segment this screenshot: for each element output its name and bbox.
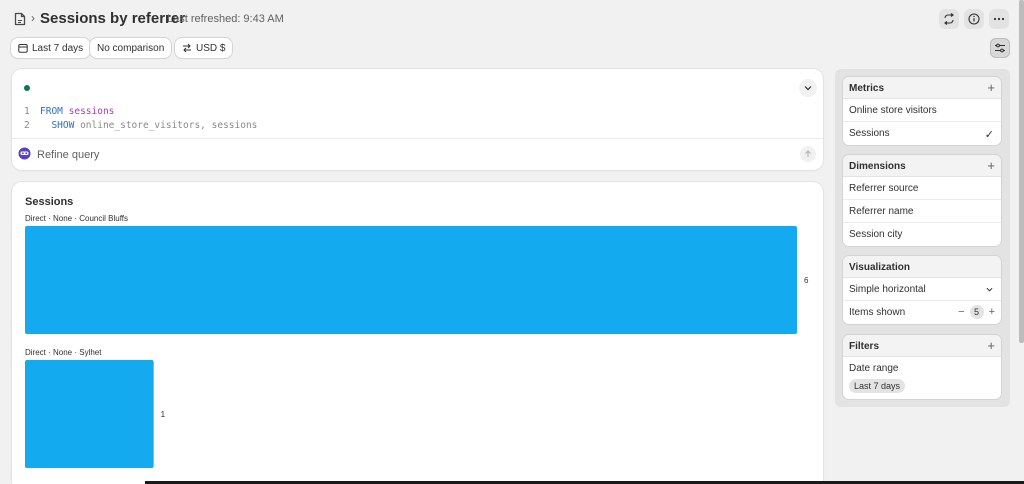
metrics-section: Metrics + Online store visitors Sessions…	[843, 77, 1001, 145]
comparison-label: No comparison	[97, 42, 165, 54]
code-columns: online_store_visitors, sessions	[80, 120, 258, 131]
items-shown-value: 5	[969, 305, 984, 319]
dimension-item-referrer-source[interactable]: Referrer source	[843, 177, 1001, 200]
add-metric-button[interactable]: +	[987, 81, 995, 94]
code-table: sessions	[68, 106, 115, 117]
more-icon	[993, 17, 1005, 21]
exchange-icon	[183, 43, 191, 53]
date-range-filter[interactable]: Date range Last 7 days	[843, 357, 1001, 397]
collapse-editor-button[interactable]	[799, 79, 817, 97]
bar-value-label: 1	[161, 410, 166, 419]
dimensions-section: Dimensions + Referrer source Referrer na…	[843, 155, 1001, 246]
divider	[12, 138, 823, 139]
page-title: Sessions by referrer	[40, 10, 186, 27]
dimension-label: Referrer source	[849, 183, 919, 194]
currency-label: USD $	[196, 42, 226, 54]
chevron-down-icon	[804, 86, 812, 91]
document-icon	[14, 12, 26, 26]
visualization-type-value: Simple horizontal	[849, 284, 926, 295]
visualization-header: Visualization	[843, 256, 1001, 278]
sidekick-icon	[18, 147, 31, 160]
metric-item-online-store-visitors[interactable]: Online store visitors	[843, 99, 1001, 122]
visualization-title: Visualization	[849, 262, 910, 273]
bar-category-label: Direct · None · Sylhet	[25, 348, 102, 357]
line-number: 2	[24, 120, 30, 131]
send-query-button[interactable]	[800, 146, 816, 162]
items-shown-label: Items shown	[849, 307, 906, 318]
side-panel: Metrics + Online store visitors Sessions…	[835, 69, 1010, 407]
arrow-up-icon	[805, 150, 811, 157]
chevron-down-icon	[986, 287, 993, 292]
bar-value-label: 6	[804, 276, 809, 285]
calendar-icon	[18, 44, 28, 53]
filters-section: Filters + Date range Last 7 days	[843, 335, 1001, 399]
query-editor-card: 1 FROM sessions 2 SHOW online_store_visit…	[12, 69, 823, 170]
date-range-filter-label: Date range	[849, 363, 899, 374]
page-header: › Sessions by referrer Last refreshed: 9…	[0, 0, 1024, 36]
dimension-label: Referrer name	[849, 206, 914, 217]
visualization-type-select[interactable]: Simple horizontal	[843, 278, 1001, 301]
metric-item-sessions[interactable]: Sessions ✓	[843, 122, 1001, 145]
add-filter-button[interactable]: +	[987, 339, 995, 352]
code-line-1: 1 FROM sessions	[24, 105, 257, 119]
refresh-button[interactable]	[939, 9, 959, 29]
items-shown-stepper: − 5 +	[958, 305, 995, 319]
date-range-chip[interactable]: Last 7 days	[849, 379, 906, 393]
add-dimension-button[interactable]: +	[987, 159, 995, 172]
dimensions-header: Dimensions +	[843, 155, 1001, 177]
dimensions-title: Dimensions	[849, 161, 906, 172]
metrics-title: Metrics	[849, 83, 885, 94]
checkmark-icon: ✓	[984, 129, 994, 141]
date-range-label: Last 7 days	[32, 42, 84, 54]
metric-label: Online store visitors	[849, 105, 937, 116]
comparison-button[interactable]: No comparison	[90, 38, 172, 58]
chart-card: Sessions Direct · None · Council Bluffs 6…	[12, 182, 823, 484]
repeat-icon	[944, 13, 954, 25]
currency-button[interactable]: USD $	[175, 38, 233, 58]
dimension-item-referrer-name[interactable]: Referrer name	[843, 200, 1001, 223]
info-icon	[968, 13, 980, 25]
metrics-header: Metrics +	[843, 77, 1001, 99]
items-shown-row: Items shown − 5 +	[843, 301, 1001, 324]
date-range-button[interactable]: Last 7 days	[11, 38, 91, 58]
sliders-icon	[995, 43, 1005, 53]
info-button[interactable]	[964, 9, 984, 29]
code-line-2: 2 SHOW online_store_visitors, sessions	[24, 119, 257, 133]
bar[interactable]	[25, 360, 154, 468]
bar-chart: Direct · None · Council Bluffs 6 Direct · …	[25, 214, 809, 468]
query-status-dot	[24, 85, 30, 91]
code-keyword: FROM	[40, 106, 63, 117]
customize-button[interactable]	[990, 38, 1010, 58]
bar-category-label: Direct · None · Council Bluffs	[25, 214, 128, 223]
refine-query-input[interactable]: Refine query	[37, 149, 99, 161]
query-code-editor[interactable]: 1 FROM sessions 2 SHOW online_store_visit…	[24, 105, 257, 133]
dimension-item-session-city[interactable]: Session city	[843, 223, 1001, 246]
more-actions-button[interactable]	[989, 9, 1009, 29]
filters-header: Filters +	[843, 335, 1001, 357]
line-number: 1	[24, 106, 30, 117]
dimension-label: Session city	[849, 229, 903, 240]
breadcrumb-separator: ›	[31, 11, 35, 25]
code-keyword: SHOW	[51, 120, 75, 131]
bar[interactable]	[25, 226, 797, 334]
increment-button[interactable]: +	[989, 306, 995, 318]
visualization-section: Visualization Simple horizontal Items sh…	[843, 256, 1001, 324]
last-refreshed-text: Last refreshed: 9:43 AM	[167, 13, 284, 25]
decrement-button[interactable]: −	[958, 306, 964, 318]
filters-title: Filters	[849, 341, 880, 352]
page-scrollbar[interactable]	[1019, 0, 1024, 343]
metric-label: Sessions	[849, 128, 890, 139]
